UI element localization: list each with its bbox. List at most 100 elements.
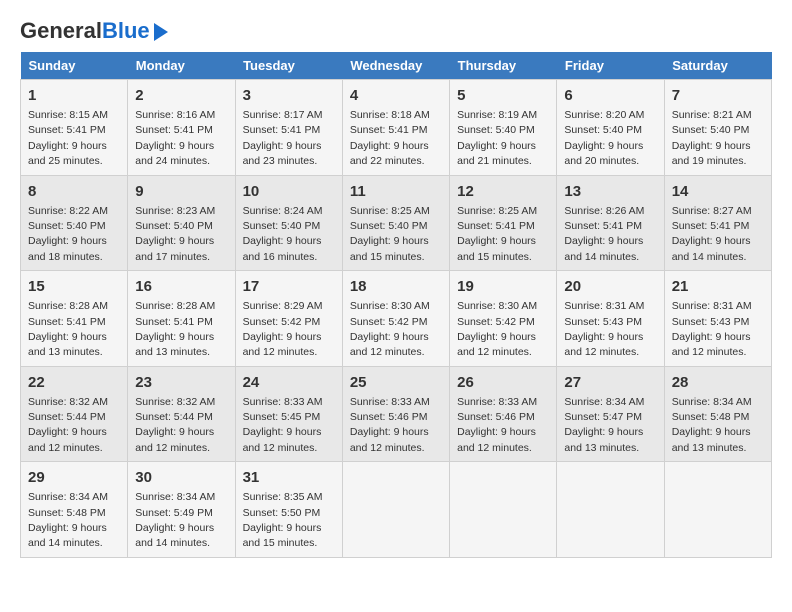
daylight-info: Daylight: 9 hours and 15 minutes. xyxy=(243,522,322,549)
day-cell: 7Sunrise: 8:21 AMSunset: 5:40 PMDaylight… xyxy=(664,80,771,176)
sunrise-info: Sunrise: 8:20 AM xyxy=(564,109,644,121)
day-number: 15 xyxy=(28,276,120,297)
day-cell xyxy=(557,462,664,558)
sunset-info: Sunset: 5:41 PM xyxy=(28,124,106,136)
day-cell: 5 Sunrise: 8:19 AM Sunset: 5:40 PM Daylight… xyxy=(450,80,557,176)
sunrise-info: Sunrise: 8:32 AM xyxy=(28,396,108,408)
day-cell: 15Sunrise: 8:28 AMSunset: 5:41 PMDayligh… xyxy=(21,271,128,367)
sunset-info: Sunset: 5:40 PM xyxy=(350,220,428,232)
daylight-info: Daylight: 9 hours and 13 minutes. xyxy=(672,426,751,453)
day-cell: 18Sunrise: 8:30 AMSunset: 5:42 PMDayligh… xyxy=(342,271,449,367)
day-header-saturday: Saturday xyxy=(664,52,771,80)
day-number: 11 xyxy=(350,181,442,202)
sunset-info: Sunset: 5:40 PM xyxy=(135,220,213,232)
daylight-info: Daylight: 9 hours and 23 minutes. xyxy=(243,140,322,167)
day-number: 18 xyxy=(350,276,442,297)
sunrise-info: Sunrise: 8:29 AM xyxy=(243,300,323,312)
sunset-info: Sunset: 5:44 PM xyxy=(135,411,213,423)
daylight-info: Daylight: 9 hours and 21 minutes. xyxy=(457,140,536,167)
day-number: 31 xyxy=(243,467,335,488)
sunset-info: Sunset: 5:40 PM xyxy=(564,124,642,136)
logo-text: GeneralBlue xyxy=(20,20,150,42)
day-cell: 10Sunrise: 8:24 AMSunset: 5:40 PMDayligh… xyxy=(235,175,342,271)
day-number: 1 xyxy=(28,85,120,106)
day-number: 23 xyxy=(135,372,227,393)
sunset-info: Sunset: 5:41 PM xyxy=(672,220,750,232)
day-cell: 8Sunrise: 8:22 AMSunset: 5:40 PMDaylight… xyxy=(21,175,128,271)
sunset-info: Sunset: 5:47 PM xyxy=(564,411,642,423)
daylight-info: Daylight: 9 hours and 12 minutes. xyxy=(350,331,429,358)
sunset-info: Sunset: 5:41 PM xyxy=(350,124,428,136)
sunrise-info: Sunrise: 8:15 AM xyxy=(28,109,108,121)
week-row-5: 29Sunrise: 8:34 AMSunset: 5:48 PMDayligh… xyxy=(21,462,772,558)
daylight-info: Daylight: 9 hours and 14 minutes. xyxy=(28,522,107,549)
day-number: 21 xyxy=(672,276,764,297)
day-cell: 21Sunrise: 8:31 AMSunset: 5:43 PMDayligh… xyxy=(664,271,771,367)
sunset-info: Sunset: 5:49 PM xyxy=(135,507,213,519)
sunrise-info: Sunrise: 8:21 AM xyxy=(672,109,752,121)
sunrise-info: Sunrise: 8:23 AM xyxy=(135,205,215,217)
day-number: 19 xyxy=(457,276,549,297)
day-cell: 29Sunrise: 8:34 AMSunset: 5:48 PMDayligh… xyxy=(21,462,128,558)
day-number: 26 xyxy=(457,372,549,393)
daylight-info: Daylight: 9 hours and 14 minutes. xyxy=(564,235,643,262)
sunrise-info: Sunrise: 8:30 AM xyxy=(350,300,430,312)
sunset-info: Sunset: 5:41 PM xyxy=(135,316,213,328)
sunrise-info: Sunrise: 8:34 AM xyxy=(564,396,644,408)
daylight-info: Daylight: 9 hours and 12 minutes. xyxy=(243,426,322,453)
sunrise-info: Sunrise: 8:32 AM xyxy=(135,396,215,408)
sunrise-info: Sunrise: 8:34 AM xyxy=(672,396,752,408)
daylight-info: Daylight: 9 hours and 14 minutes. xyxy=(672,235,751,262)
day-cell: 17Sunrise: 8:29 AMSunset: 5:42 PMDayligh… xyxy=(235,271,342,367)
daylight-info: Daylight: 9 hours and 25 minutes. xyxy=(28,140,107,167)
day-number: 30 xyxy=(135,467,227,488)
sunrise-info: Sunrise: 8:33 AM xyxy=(243,396,323,408)
day-cell xyxy=(342,462,449,558)
day-number: 4 xyxy=(350,85,442,106)
day-number: 17 xyxy=(243,276,335,297)
sunset-info: Sunset: 5:40 PM xyxy=(243,220,321,232)
day-cell: 6Sunrise: 8:20 AMSunset: 5:40 PMDaylight… xyxy=(557,80,664,176)
day-number: 20 xyxy=(564,276,656,297)
sunset-info: Sunset: 5:46 PM xyxy=(350,411,428,423)
sunset-info: Sunset: 5:45 PM xyxy=(243,411,321,423)
sunset-info: Sunset: 5:42 PM xyxy=(243,316,321,328)
logo: GeneralBlue xyxy=(20,20,168,42)
sunrise-info: Sunrise: 8:31 AM xyxy=(672,300,752,312)
day-cell: 24Sunrise: 8:33 AMSunset: 5:45 PMDayligh… xyxy=(235,366,342,462)
day-header-sunday: Sunday xyxy=(21,52,128,80)
sunset-info: Sunset: 5:41 PM xyxy=(243,124,321,136)
sunrise-info: Sunrise: 8:34 AM xyxy=(135,491,215,503)
sunset-info: Sunset: 5:48 PM xyxy=(28,507,106,519)
daylight-info: Daylight: 9 hours and 13 minutes. xyxy=(564,426,643,453)
day-cell: 27Sunrise: 8:34 AMSunset: 5:47 PMDayligh… xyxy=(557,366,664,462)
day-cell: 25Sunrise: 8:33 AMSunset: 5:46 PMDayligh… xyxy=(342,366,449,462)
sunset-info: Sunset: 5:40 PM xyxy=(457,124,535,136)
sunrise-info: Sunrise: 8:33 AM xyxy=(457,396,537,408)
day-number: 25 xyxy=(350,372,442,393)
daylight-info: Daylight: 9 hours and 12 minutes. xyxy=(28,426,107,453)
day-header-monday: Monday xyxy=(128,52,235,80)
day-header-tuesday: Tuesday xyxy=(235,52,342,80)
sunset-info: Sunset: 5:41 PM xyxy=(564,220,642,232)
day-cell: 16Sunrise: 8:28 AMSunset: 5:41 PMDayligh… xyxy=(128,271,235,367)
daylight-info: Daylight: 9 hours and 12 minutes. xyxy=(564,331,643,358)
sunrise-info: Sunrise: 8:30 AM xyxy=(457,300,537,312)
day-cell: 13Sunrise: 8:26 AMSunset: 5:41 PMDayligh… xyxy=(557,175,664,271)
day-number: 28 xyxy=(672,372,764,393)
daylight-info: Daylight: 9 hours and 19 minutes. xyxy=(672,140,751,167)
day-cell xyxy=(450,462,557,558)
sunset-info: Sunset: 5:42 PM xyxy=(457,316,535,328)
day-number: 12 xyxy=(457,181,549,202)
sunrise-info: Sunrise: 8:31 AM xyxy=(564,300,644,312)
header: GeneralBlue xyxy=(20,20,772,42)
day-cell: 3Sunrise: 8:17 AMSunset: 5:41 PMDaylight… xyxy=(235,80,342,176)
sunset-info: Sunset: 5:41 PM xyxy=(28,316,106,328)
daylight-info: Daylight: 9 hours and 12 minutes. xyxy=(672,331,751,358)
sunset-info: Sunset: 5:44 PM xyxy=(28,411,106,423)
sunrise-info: Sunrise: 8:19 AM xyxy=(457,109,537,121)
day-number: 5 xyxy=(457,85,549,106)
week-row-3: 15Sunrise: 8:28 AMSunset: 5:41 PMDayligh… xyxy=(21,271,772,367)
day-cell: 26Sunrise: 8:33 AMSunset: 5:46 PMDayligh… xyxy=(450,366,557,462)
week-row-2: 8Sunrise: 8:22 AMSunset: 5:40 PMDaylight… xyxy=(21,175,772,271)
